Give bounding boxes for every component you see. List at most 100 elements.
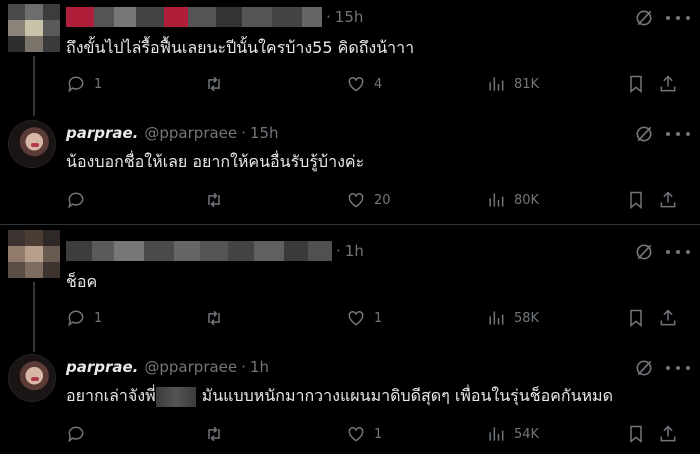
tweet-text: น้องบอกชื่อให้เลย อยากให้คนอื่นรับรู้บ้า… (66, 152, 365, 171)
retweet-icon (208, 76, 220, 92)
timestamp[interactable]: 1h (250, 358, 269, 376)
views-button[interactable]: 80K (486, 188, 539, 212)
tweet-actions: 1 4 81K (62, 72, 682, 96)
tweet-header: parprae. @pparpraee · 15h (66, 122, 279, 144)
more-icon[interactable] (666, 8, 690, 28)
divider (0, 224, 700, 225)
bookmark-button[interactable] (626, 306, 646, 330)
more-icon[interactable] (666, 124, 690, 144)
reply-icon (68, 76, 84, 93)
like-button[interactable]: 20 (346, 188, 391, 212)
display-name[interactable]: parprae. (66, 358, 138, 376)
reply-button[interactable] (66, 422, 86, 446)
views-button[interactable]: 54K (486, 422, 539, 446)
separator-dot: · (326, 8, 331, 26)
views-count: 58K (514, 310, 540, 326)
bookmark-icon (630, 309, 642, 328)
user-handle[interactable]: @pparpraee (144, 358, 237, 376)
retweet-button[interactable] (204, 188, 224, 212)
like-button[interactable]: 1 (346, 306, 382, 330)
bookmark-button[interactable] (626, 72, 646, 96)
tweet-2[interactable]: parprae. @pparpraee · 15h น้องบอกชื่อให้… (0, 116, 700, 224)
retweet-button[interactable] (204, 422, 224, 446)
like-button[interactable]: 4 (346, 72, 382, 96)
reply-button[interactable]: 1 (66, 306, 102, 330)
separator-dot: · (241, 124, 246, 142)
views-count: 54K (514, 426, 540, 442)
separator-dot: · (241, 358, 246, 376)
views-button[interactable]: 58K (486, 306, 539, 330)
tweet-header: · 15h (66, 6, 363, 28)
separator-dot: · (336, 242, 341, 260)
share-button[interactable] (658, 306, 678, 330)
user-handle[interactable]: @pparpraee (144, 124, 237, 142)
tweet-text: ช็อค (66, 272, 98, 291)
reply-count: 1 (94, 76, 103, 92)
more-icon[interactable] (666, 358, 690, 378)
bookmark-button[interactable] (626, 188, 646, 212)
like-icon (348, 310, 364, 326)
tweet-actions: 1 54K (62, 422, 682, 446)
views-icon (489, 77, 504, 91)
timestamp[interactable]: 15h (250, 124, 279, 142)
bookmark-icon (630, 425, 642, 444)
grok-icon[interactable] (634, 358, 654, 378)
timestamp[interactable]: 1h (345, 242, 364, 260)
tweet-header: · 1h (66, 240, 364, 262)
tweet-actions: 20 80K (62, 188, 682, 212)
share-button[interactable] (658, 72, 678, 96)
share-icon (660, 75, 676, 92)
bookmark-icon (630, 191, 642, 210)
avatar-redacted[interactable] (8, 230, 60, 278)
grok-icon[interactable] (634, 124, 654, 144)
like-icon (348, 76, 364, 92)
like-count: 4 (374, 76, 383, 92)
tweet-text: ถึงขั้นไปไล่รื้อฟื้นเลยนะปีนั้นใครบ้าง55… (66, 38, 415, 57)
views-icon (489, 311, 504, 325)
reply-count: 1 (94, 310, 103, 326)
display-name[interactable]: parprae. (66, 124, 138, 142)
like-icon (348, 426, 364, 442)
views-count: 80K (514, 192, 540, 208)
retweet-icon (208, 192, 220, 208)
views-count: 81K (514, 76, 540, 92)
more-icon[interactable] (666, 242, 690, 262)
tweet-text: อยากเล่าจังพี่ มันแบบหนักมากวางแผนมาดิบด… (66, 384, 613, 409)
bookmark-icon (630, 75, 642, 94)
reply-icon (68, 426, 84, 443)
redacted-username (66, 241, 332, 261)
like-button[interactable]: 1 (346, 422, 382, 446)
like-icon (348, 192, 364, 208)
tweet-actions: 1 1 58K (62, 306, 682, 330)
share-icon (660, 309, 676, 326)
reply-button[interactable] (66, 188, 86, 212)
views-button[interactable]: 81K (486, 72, 539, 96)
bookmark-button[interactable] (626, 422, 646, 446)
share-icon (660, 425, 676, 442)
avatar-redacted[interactable] (8, 4, 60, 52)
retweet-button[interactable] (204, 72, 224, 96)
reply-icon (68, 310, 84, 327)
retweet-icon (208, 426, 220, 442)
share-icon (660, 191, 676, 208)
tweet-text-part-2: มันแบบหนักมากวางแผนมาดิบดีสุดๆ เพื่อนในร… (201, 386, 613, 405)
tweet-1[interactable]: · 15h ถึงขั้นไปไล่รื้อฟื้นเลยนะปีนั้นใคร… (0, 0, 700, 116)
tweet-text-part-1: อยากเล่าจังพี่ (66, 386, 156, 405)
views-icon (489, 427, 504, 441)
tweet-4[interactable]: parprae. @pparpraee · 1h อยากเล่าจังพี่ … (0, 350, 700, 454)
like-count: 1 (374, 310, 383, 326)
tweet-3[interactable]: · 1h ช็อค 1 1 58K (0, 226, 700, 352)
timestamp[interactable]: 15h (335, 8, 364, 26)
grok-icon[interactable] (634, 8, 654, 28)
thread-line (33, 282, 35, 352)
avatar[interactable] (8, 354, 56, 402)
reply-icon (68, 192, 84, 209)
avatar[interactable] (8, 120, 56, 168)
reply-button[interactable]: 1 (66, 72, 102, 96)
grok-icon[interactable] (634, 242, 654, 262)
share-button[interactable] (658, 188, 678, 212)
views-icon (489, 193, 504, 207)
retweet-button[interactable] (204, 306, 224, 330)
like-count: 1 (374, 426, 383, 442)
share-button[interactable] (658, 422, 678, 446)
